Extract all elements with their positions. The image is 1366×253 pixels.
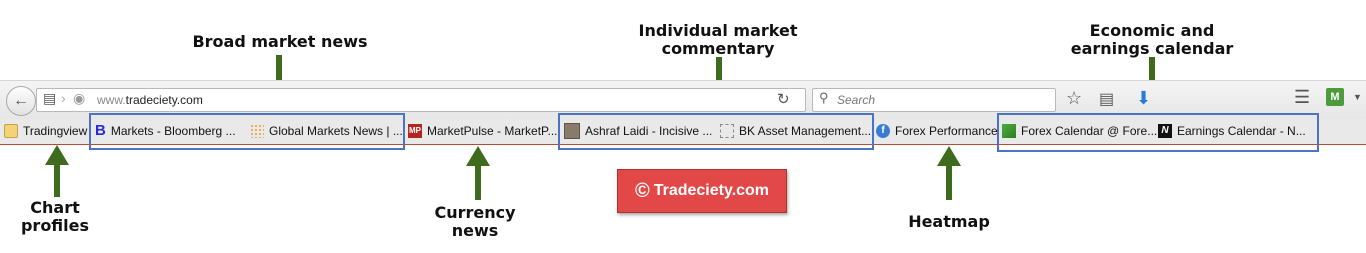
extension-dropdown-icon[interactable]: ▼: [1353, 92, 1362, 102]
bookmark-label: MarketPulse - MarketP...: [427, 124, 558, 138]
reload-icon[interactable]: ↻: [777, 90, 790, 108]
back-button[interactable]: ←: [6, 86, 36, 116]
menu-icon[interactable]: ☰: [1294, 87, 1310, 108]
highlight-individual-commentary: [558, 113, 874, 150]
tab-groups-icon[interactable]: ▤: [43, 90, 56, 107]
watermark-text: Tradeciety.com: [653, 182, 770, 199]
annotation-currency-news: Currency news: [425, 204, 525, 240]
search-icon: ⚲: [819, 90, 829, 105]
annotation-economic-earnings-calendar: Economic and earnings calendar: [1060, 22, 1244, 58]
highlight-calendars: [997, 113, 1319, 152]
annotation-line: Currency: [434, 203, 516, 222]
annotation-individual-market-commentary: Individual market commentary: [613, 22, 823, 58]
downloads-icon[interactable]: ⬇: [1136, 88, 1151, 109]
address-bar[interactable]: ▤ › ◉ www.tradeciety.com ↻: [36, 88, 806, 112]
copyright-icon: ©: [634, 179, 650, 202]
annotation-line: earnings calendar: [1070, 39, 1234, 58]
annotation-chart-profiles: Chart profiles: [10, 199, 100, 235]
url-prefix: www.: [97, 93, 126, 107]
annotation-line: profiles: [20, 216, 90, 235]
marketpulse-icon: MP: [408, 124, 422, 138]
highlight-broad-market-news: [89, 113, 405, 150]
bookmark-label: Forex Performance: [895, 124, 998, 138]
bookmark-marketpulse[interactable]: MP MarketPulse - MarketP...: [408, 123, 558, 139]
annotation-heatmap: Heatmap: [908, 212, 990, 231]
arrow-up-icon: [466, 146, 490, 200]
annotation-line: Economic and: [1089, 21, 1215, 40]
folder-icon: [4, 124, 18, 138]
url-domain: tradeciety.com: [125, 93, 203, 107]
bookmark-star-icon[interactable]: ☆: [1066, 88, 1082, 109]
arrow-up-icon: [45, 145, 69, 197]
bookmark-forex-performance[interactable]: f Forex Performance: [876, 123, 998, 139]
arrow-up-icon: [937, 146, 961, 200]
extension-icon[interactable]: M: [1326, 88, 1344, 106]
annotation-line: news: [451, 221, 499, 240]
annotation-broad-market-news: Broad market news: [192, 32, 368, 51]
reading-list-icon[interactable]: ▤: [1099, 89, 1114, 109]
search-bar[interactable]: ⚲ Search: [812, 88, 1056, 112]
annotation-line: commentary: [661, 39, 775, 58]
tradeciety-watermark: © Tradeciety.com: [617, 169, 787, 213]
annotation-line: Chart: [30, 198, 80, 217]
search-placeholder: Search: [837, 93, 876, 107]
bookmark-label: Tradingview: [23, 124, 88, 138]
globe-icon: ◉: [73, 90, 86, 106]
bookmark-tradingview[interactable]: Tradingview: [4, 123, 87, 139]
annotation-line: Individual market: [638, 21, 798, 40]
forward-chevron-icon[interactable]: ›: [61, 90, 66, 106]
url-text[interactable]: www.tradeciety.com: [97, 93, 203, 107]
facebook-icon: f: [876, 124, 890, 138]
back-arrow-icon: ←: [13, 92, 29, 109]
